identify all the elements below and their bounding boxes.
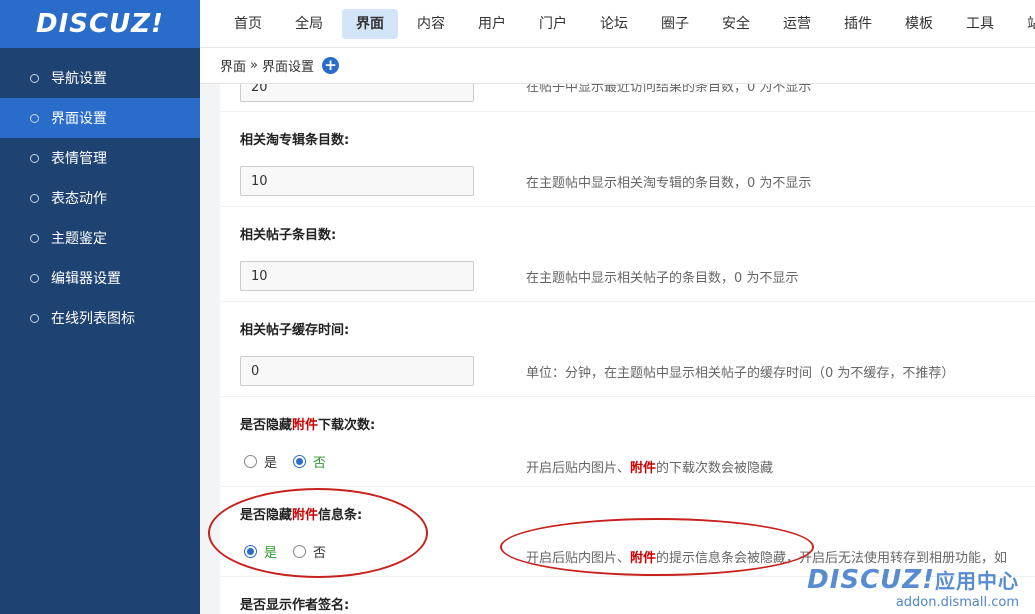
setting-row-hide-attach-downloads: 是否隐藏附件下载次数: 是 否 开启后贴内图片、附件的下载次数会被隐藏 xyxy=(220,397,1035,487)
radio-no-label[interactable]: 否 xyxy=(313,542,326,561)
nav-users[interactable]: 用户 xyxy=(464,9,520,39)
sidebar-item-smilies[interactable]: 表情管理 xyxy=(0,138,200,178)
sidebar-item-reactions[interactable]: 表态动作 xyxy=(0,178,200,218)
bullet-icon xyxy=(30,153,39,163)
label-text: 是否隐藏 xyxy=(240,508,293,523)
logo[interactable]: DISCUZ! xyxy=(0,0,200,48)
sidebar-item-editor-settings[interactable]: 编辑器设置 xyxy=(0,258,200,298)
nav-security[interactable]: 安全 xyxy=(708,9,764,39)
related-cache-input[interactable] xyxy=(240,356,474,386)
setting-row-related-albums: 相关淘专辑条目数: 在主题帖中显示相关淘专辑的条目数，0 为不显示 xyxy=(220,112,1035,207)
logo-text: DISCUZ! xyxy=(36,9,164,39)
label-text: 信息条: xyxy=(318,508,363,523)
sidebar-item-online-icons[interactable]: 在线列表图标 xyxy=(0,298,200,338)
watermark-cn-text: 应用中心 xyxy=(935,569,1019,593)
breadcrumb: 界面 » 界面设置 + xyxy=(200,48,1035,84)
top-nav: 首页 全局 界面 内容 用户 门户 论坛 圈子 安全 运营 插件 模板 工具 站 xyxy=(200,0,1035,48)
setting-row-related-cache: 相关帖子缓存时间: 单位：分钟，在主题帖中显示相关帖子的缓存时间（0 为不缓存，… xyxy=(220,302,1035,397)
nav-content[interactable]: 内容 xyxy=(403,9,459,39)
watermark-logo-text: DISCUZ! xyxy=(807,565,935,595)
breadcrumb-separator: » xyxy=(250,58,258,73)
bullet-icon xyxy=(30,313,39,323)
nav-plugins[interactable]: 插件 xyxy=(830,9,886,39)
setting-label: 是否隐藏附件下载次数: xyxy=(240,414,375,433)
radio-yes[interactable] xyxy=(244,545,257,558)
setting-label: 相关帖子缓存时间: xyxy=(240,323,350,338)
sidebar-item-label: 主题鉴定 xyxy=(51,231,107,247)
sidebar-item-label: 界面设置 xyxy=(51,111,107,127)
tip-text: 的下载次数会被隐藏 xyxy=(656,461,774,476)
radio-yes-label[interactable]: 是 xyxy=(264,452,277,471)
bullet-icon xyxy=(30,233,39,243)
tip-text: 的提示信息条会被隐藏，开启后无法使用转存到相册功能，如 xyxy=(656,551,1008,566)
setting-label: 相关淘专辑条目数: xyxy=(240,133,350,148)
nav-site[interactable]: 站 xyxy=(1013,9,1035,39)
nav-portal[interactable]: 门户 xyxy=(525,9,581,39)
setting-tip: 开启后贴内图片、附件的下载次数会被隐藏 xyxy=(526,457,773,476)
radio-no-label[interactable]: 否 xyxy=(313,452,326,471)
nav-interface[interactable]: 界面 xyxy=(342,8,398,39)
setting-row-partial: 在帖子中显示最近访问结果的条目数，0 为不显示 xyxy=(220,84,1035,112)
nav-operations[interactable]: 运营 xyxy=(769,9,825,39)
setting-row-related-threads: 相关帖子条目数: 在主题帖中显示相关帖子的条目数，0 为不显示 xyxy=(220,207,1035,302)
setting-tip: 开启后贴内图片、附件的提示信息条会被隐藏，开启后无法使用转存到相册功能，如 xyxy=(526,547,1007,566)
label-text: 是否隐藏 xyxy=(240,418,293,433)
setting-tip: 在主题帖中显示相关淘专辑的条目数，0 为不显示 xyxy=(526,176,812,191)
setting-label: 相关帖子条目数: xyxy=(240,228,337,243)
sidebar-item-label: 表态动作 xyxy=(51,191,107,207)
radio-group: 是 否 xyxy=(244,542,342,561)
setting-tip: 在主题帖中显示相关帖子的条目数，0 为不显示 xyxy=(526,271,799,286)
related-threads-input[interactable] xyxy=(240,261,474,291)
bullet-icon xyxy=(30,193,39,203)
tip-text: 开启后贴内图片、 xyxy=(526,461,631,476)
bullet-icon xyxy=(30,73,39,83)
sidebar-item-label: 表情管理 xyxy=(51,151,107,167)
breadcrumb-parent[interactable]: 界面 xyxy=(220,56,246,75)
nav-tools[interactable]: 工具 xyxy=(952,9,1008,39)
add-icon[interactable]: + xyxy=(322,57,339,74)
radio-no[interactable] xyxy=(293,455,307,468)
nav-global[interactable]: 全局 xyxy=(281,9,337,39)
sidebar-item-label: 在线列表图标 xyxy=(51,311,135,327)
radio-no[interactable] xyxy=(293,545,307,558)
watermark: DISCUZ!应用中心 addon.dismall.com xyxy=(807,565,1019,610)
tip-highlight: 附件 xyxy=(630,461,657,476)
watermark-brand: DISCUZ!应用中心 xyxy=(807,565,1019,595)
radio-yes-label[interactable]: 是 xyxy=(264,542,277,561)
nav-groups[interactable]: 圈子 xyxy=(647,9,703,39)
setting-label: 是否隐藏附件信息条: xyxy=(240,504,362,523)
radio-yes[interactable] xyxy=(244,455,257,468)
label-highlight: 附件 xyxy=(292,418,319,433)
label-highlight: 附件 xyxy=(292,508,319,523)
sidebar-item-label: 导航设置 xyxy=(51,71,107,87)
setting-tip: 在帖子中显示最近访问结果的条目数，0 为不显示 xyxy=(526,84,812,95)
setting-label: 是否显示作者签名: xyxy=(240,598,350,613)
radio-group: 是 否 xyxy=(244,452,342,471)
tip-text: 开启后贴内图片、 xyxy=(526,551,631,566)
sidebar-item-nav-settings[interactable]: 导航设置 xyxy=(0,58,200,98)
setting-tip: 单位：分钟，在主题帖中显示相关帖子的缓存时间（0 为不缓存，不推荐） xyxy=(526,366,955,381)
related-albums-input[interactable] xyxy=(240,166,474,196)
sidebar-item-label: 编辑器设置 xyxy=(51,271,121,287)
nav-forum[interactable]: 论坛 xyxy=(586,9,642,39)
sidebar-item-thread-stamps[interactable]: 主题鉴定 xyxy=(0,218,200,258)
bullet-icon xyxy=(30,273,39,283)
breadcrumb-current: 界面设置 xyxy=(261,60,314,75)
partial-setting-input[interactable] xyxy=(240,84,474,102)
sidebar-item-interface-settings[interactable]: 界面设置 xyxy=(0,98,200,138)
sidebar: 导航设置 界面设置 表情管理 表态动作 主题鉴定 编辑器设置 在线列表图标 xyxy=(0,48,200,614)
watermark-url: addon.dismall.com xyxy=(895,595,1019,610)
nav-templates[interactable]: 模板 xyxy=(891,9,947,39)
setting-row-hide-attach-infobar: 是否隐藏附件信息条: 是 否 开启后贴内图片、附件的提示信息条会被隐藏，开启后无… xyxy=(220,487,1035,577)
settings-panel: 在帖子中显示最近访问结果的条目数，0 为不显示 相关淘专辑条目数: 在主题帖中显… xyxy=(220,84,1035,614)
label-text: 下载次数: xyxy=(318,418,376,433)
nav-home[interactable]: 首页 xyxy=(220,9,276,39)
bullet-icon xyxy=(30,113,39,123)
tip-highlight: 附件 xyxy=(630,551,657,566)
